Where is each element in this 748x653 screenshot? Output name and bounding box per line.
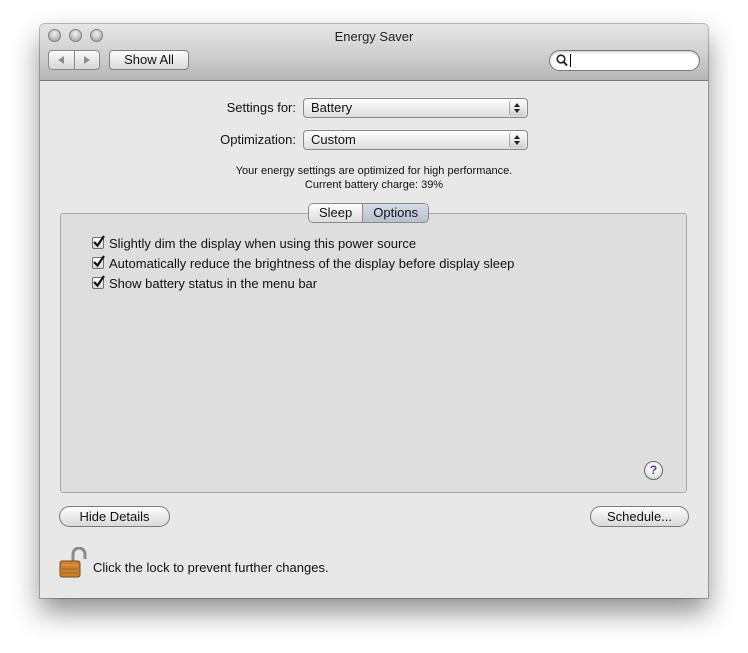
back-arrow-icon [58, 56, 65, 64]
optimization-value: Custom [311, 132, 356, 147]
optimization-popup[interactable]: Custom [303, 130, 528, 150]
tab-options[interactable]: Options [362, 204, 429, 222]
settings-for-value: Battery [311, 100, 353, 115]
text-caret [570, 54, 571, 67]
option-label: Automatically reduce the brightness of t… [109, 255, 515, 271]
tab-bar: Sleep Options [308, 203, 430, 223]
hide-details-button[interactable]: Hide Details [59, 506, 170, 527]
tab-sleep[interactable]: Sleep [309, 204, 363, 222]
option-battery-status[interactable]: Show battery status in the menu bar [92, 274, 317, 292]
energy-saver-window: Energy Saver Show All Settings for: Batt… [40, 24, 708, 598]
search-field[interactable] [549, 50, 700, 71]
option-label: Slightly dim the display when using this… [109, 235, 417, 251]
settings-for-label: Settings for: [226, 100, 296, 115]
optimization-status-text: Your energy settings are optimized for h… [235, 165, 513, 177]
checkbox-reduce-brightness[interactable] [92, 255, 105, 269]
checkmark-icon [93, 235, 105, 248]
option-reduce-brightness[interactable]: Automatically reduce the brightness of t… [92, 254, 514, 272]
help-button[interactable]: ? [644, 461, 663, 480]
back-button[interactable] [49, 51, 75, 69]
unlocked-padlock-icon[interactable] [59, 547, 87, 579]
checkmark-icon [93, 275, 105, 288]
optimization-label: Optimization: [220, 132, 296, 147]
settings-for-popup[interactable]: Battery [303, 98, 528, 118]
checkmark-icon [93, 255, 105, 268]
forward-arrow-icon [83, 56, 90, 64]
forward-button[interactable] [75, 51, 100, 69]
title-bar: Energy Saver Show All [40, 24, 708, 81]
battery-charge-text: Current battery charge: 39% [304, 179, 444, 191]
option-dim-display[interactable]: Slightly dim the display when using this… [92, 234, 416, 252]
checkbox-dim-display[interactable] [92, 235, 105, 249]
search-icon [556, 54, 568, 67]
popup-arrows-icon [509, 132, 525, 148]
popup-arrows-icon [509, 100, 525, 116]
checkbox-battery-status[interactable] [92, 275, 105, 289]
schedule-button[interactable]: Schedule... [590, 506, 689, 527]
option-label: Show battery status in the menu bar [109, 275, 318, 291]
window-title: Energy Saver [334, 29, 414, 44]
show-all-button[interactable]: Show All [109, 50, 189, 70]
lock-message: Click the lock to prevent further change… [93, 560, 329, 575]
back-forward-control [48, 50, 100, 70]
